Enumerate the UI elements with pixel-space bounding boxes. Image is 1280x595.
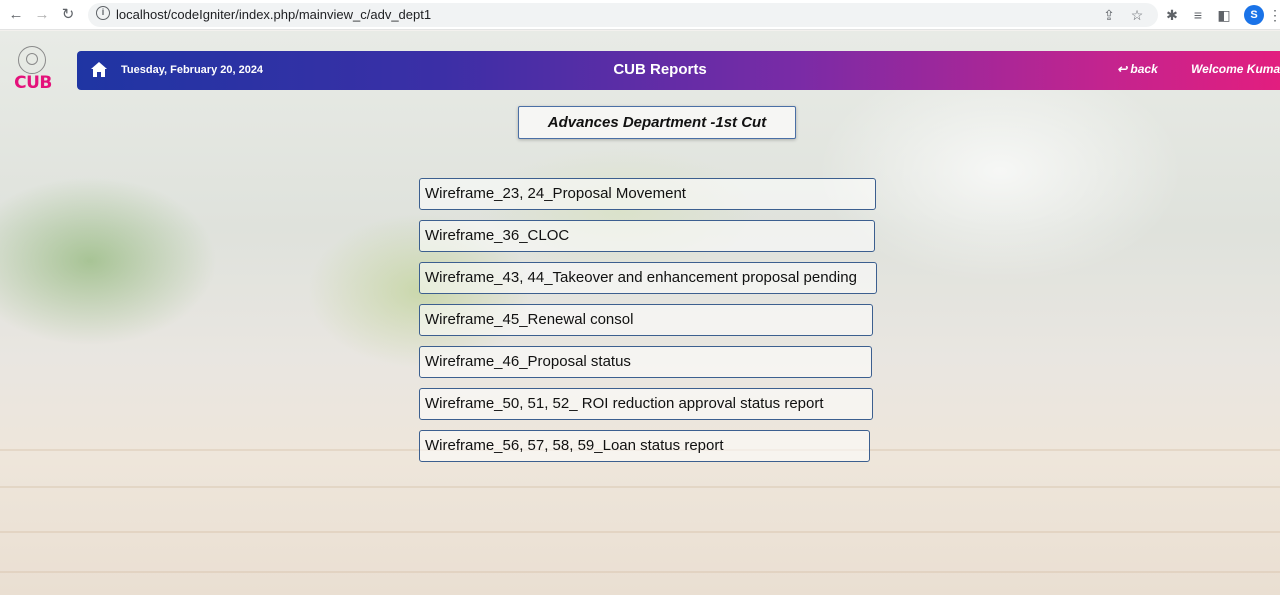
welcome-user: Welcome Kumar — [1191, 62, 1280, 76]
logo-emblem-icon — [18, 46, 46, 74]
divider — [0, 571, 1280, 573]
page-title: CUB Reports — [613, 61, 707, 78]
media-icon[interactable]: ≡ — [1188, 5, 1208, 25]
current-date: Tuesday, February 20, 2024 — [121, 64, 264, 76]
back-label: back — [1130, 62, 1158, 76]
sidebar-icon[interactable]: ◧ — [1214, 5, 1234, 25]
extensions-icon[interactable]: ✱ — [1162, 5, 1182, 25]
logo-text: CUB — [14, 73, 52, 93]
share-icon[interactable]: ⇪ — [1100, 6, 1118, 24]
address-bar[interactable]: i localhost/codeIgniter/index.php/mainvi… — [88, 3, 1158, 27]
browser-toolbar: ← → ↻ i localhost/codeIgniter/index.php/… — [0, 0, 1280, 30]
site-info-icon[interactable]: i — [96, 6, 110, 20]
department-title: Advances Department -1st Cut — [518, 106, 796, 139]
back-arrow-icon[interactable]: ← — [6, 5, 26, 25]
header-bar: Tuesday, February 20, 2024 CUB Reports ↩… — [77, 51, 1280, 90]
report-link[interactable]: Wireframe_36_CLOC — [419, 220, 875, 252]
report-link[interactable]: Wireframe_43, 44_Takeover and enhancemen… — [419, 262, 877, 294]
report-link[interactable]: Wireframe_46_Proposal status — [419, 346, 872, 378]
url-text[interactable]: localhost/codeIgniter/index.php/mainview… — [116, 7, 431, 22]
bookmark-star-icon[interactable]: ☆ — [1128, 6, 1146, 24]
report-link[interactable]: Wireframe_45_Renewal consol — [419, 304, 873, 336]
menu-icon[interactable]: ⋮ — [1268, 5, 1280, 25]
back-link[interactable]: ↩ back — [1117, 62, 1158, 76]
home-icon[interactable] — [90, 61, 108, 78]
reload-icon[interactable]: ↻ — [58, 5, 78, 25]
divider — [0, 486, 1280, 488]
return-arrow-icon: ↩ — [1117, 62, 1128, 76]
divider — [0, 531, 1280, 533]
report-link[interactable]: Wireframe_56, 57, 58, 59_Loan status rep… — [419, 430, 870, 462]
cub-logo[interactable]: CUB — [8, 46, 58, 93]
forward-arrow-icon[interactable]: → — [32, 5, 52, 25]
report-link[interactable]: Wireframe_23, 24_Proposal Movement — [419, 178, 876, 210]
profile-avatar[interactable]: S — [1244, 5, 1264, 25]
report-link[interactable]: Wireframe_50, 51, 52_ ROI reduction appr… — [419, 388, 873, 420]
